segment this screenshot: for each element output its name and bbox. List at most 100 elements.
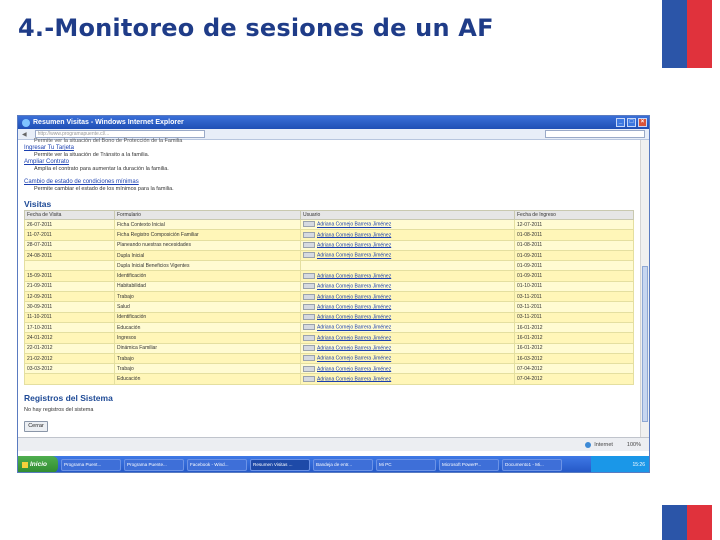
usuario-link[interactable]: Adriana Cornejo Barrera Jiménez [317, 222, 391, 228]
cell-fecha-ingreso: 03-11-2011 [514, 301, 634, 313]
close-icon[interactable]: × [638, 118, 647, 127]
taskbar-item[interactable]: Documento1 - Mi... [502, 458, 562, 471]
view-record-button[interactable] [303, 293, 315, 300]
taskbar-item[interactable]: Resumen Visitas ... [250, 458, 310, 471]
usuario-link[interactable]: Adriana Cornejo Barrera Jiménez [317, 273, 391, 279]
cell-fecha-ingreso: 12-07-2011 [514, 218, 634, 231]
cell-fecha-ingreso: 07-04-2012 [514, 363, 634, 375]
status-bar: Internet 100% [18, 437, 649, 451]
table-row: 24-01-2012 Ingresos Adriana Cornejo Barrer… [24, 332, 634, 344]
col-formulario: Formulario [114, 210, 301, 220]
cell-fecha-visita: 26-07-2011 [24, 218, 115, 231]
usuario-link[interactable]: Adriana Cornejo Barrera Jiménez [317, 356, 391, 362]
back-icon[interactable]: ◀ [22, 131, 27, 138]
link-ingresar-tarjeta[interactable]: Ingresar Tu Tarjeta [24, 145, 641, 152]
taskbar-item[interactable]: Mi PC [376, 458, 436, 471]
col-fecha-visita: Fecha de Visita [24, 210, 115, 220]
cerrar-button[interactable]: Cerrar [24, 420, 48, 432]
start-label: Inicio [30, 461, 47, 468]
cell-formulario: Trabajo [114, 291, 301, 303]
registros-heading: Registros del Sistema [24, 392, 113, 403]
cell-formulario: Habitabilidad [114, 280, 301, 293]
scrollbar-thumb[interactable] [642, 266, 648, 422]
usuario-link[interactable]: Adriana Cornejo Barrera Jiménez [317, 345, 391, 351]
cell-usuario: Adriana Cornejo Barrera Jiménez [300, 301, 515, 313]
minimize-icon[interactable]: _ [616, 118, 625, 127]
browser-titlebar: Resumen Visitas - Windows Internet Explo… [18, 116, 649, 129]
view-record-button[interactable] [303, 375, 315, 382]
usuario-link[interactable]: Adriana Cornejo Barrera Jiménez [317, 366, 391, 372]
table-row: 26-07-2011 Ficha Contexto Inicial Adriana … [24, 218, 634, 231]
view-record-button[interactable] [303, 314, 315, 321]
cell-formulario: Dupla Inicial Beneficios Vigentes [114, 260, 301, 272]
usuario-link[interactable]: Adriana Cornejo Barrera Jiménez [317, 284, 391, 290]
cell-fecha-visita: 21-02-2012 [24, 352, 115, 365]
start-button[interactable]: Inicio [18, 456, 58, 472]
cell-usuario: Adriana Cornejo Barrera Jiménez [300, 249, 515, 262]
cell-fecha-ingreso: 03-11-2011 [514, 311, 634, 323]
cell-formulario: Dupla Inicial [114, 249, 301, 262]
visitas-table: Fecha de Visita Formulario Usuario Fecha… [24, 210, 634, 385]
url-input[interactable]: http://www.programapuente.cl/... [34, 130, 205, 138]
embedded-screenshot: Resumen Visitas - Windows Internet Explo… [17, 115, 650, 473]
cell-formulario: Dinámica Familiar [114, 342, 301, 354]
maximize-icon[interactable]: □ [627, 118, 636, 127]
usuario-link[interactable]: Adriana Cornejo Barrera Jiménez [317, 325, 391, 331]
usuario-link[interactable]: Adriana Cornejo Barrera Jiménez [317, 242, 391, 248]
usuario-link[interactable]: Adriana Cornejo Barrera Jiménez [317, 304, 391, 310]
cell-formulario: Salud [114, 301, 301, 313]
cell-fecha-ingreso: 01-09-2011 [514, 270, 634, 282]
view-record-button[interactable] [303, 221, 315, 228]
table-row: 15-09-2011 Identificación Adriana Cornejo … [24, 270, 634, 282]
table-row: 30-09-2011 Salud Adriana Cornejo Barrera J… [24, 301, 634, 313]
usuario-link[interactable]: Adriana Cornejo Barrera Jiménez [317, 376, 391, 382]
table-row: 12-09-2011 Trabajo Adriana Cornejo Barrera… [24, 291, 634, 303]
taskbar-item[interactable]: Programa Puente... [124, 458, 184, 471]
cell-formulario: Identificación [114, 270, 301, 282]
cell-usuario: Adriana Cornejo Barrera Jiménez [300, 321, 515, 334]
table-row: 03-03-2012 Trabajo Adriana Cornejo Barrera… [24, 363, 634, 375]
view-record-button[interactable] [303, 252, 315, 259]
cell-fecha-ingreso: 07-04-2012 [514, 373, 634, 385]
link-desc-2: Amplía el contrato para aumentar la dura… [34, 166, 169, 172]
usuario-link[interactable]: Adriana Cornejo Barrera Jiménez [317, 314, 391, 320]
link-ampliar-contrato[interactable]: Ampliar Contrato [24, 159, 641, 166]
cell-formulario: Ficha Registro Composición Familiar [114, 229, 301, 241]
flag-decoration-top [662, 0, 712, 68]
taskbar-item[interactable]: Microsoft PowerP... [439, 458, 499, 471]
link-desc-3: Permite cambiar el estado de los mínimos… [34, 186, 174, 192]
view-record-button[interactable] [303, 365, 315, 372]
usuario-link[interactable]: Adriana Cornejo Barrera Jiménez [317, 232, 391, 238]
view-record-button[interactable] [303, 231, 315, 238]
taskbar-item[interactable]: Programa Puent... [61, 458, 121, 471]
zoom-level[interactable]: 100% [627, 442, 641, 448]
browser-window-title: Resumen Visitas - Windows Internet Explo… [33, 119, 184, 126]
cell-fecha-visita: 30-09-2011 [24, 301, 115, 313]
usuario-link[interactable]: Adriana Cornejo Barrera Jiménez [317, 335, 391, 341]
cell-usuario [300, 260, 515, 272]
usuario-link[interactable]: Adriana Cornejo Barrera Jiménez [317, 294, 391, 300]
view-record-button[interactable] [303, 355, 315, 362]
cell-fecha-visita: 11-10-2011 [24, 311, 115, 323]
windows-logo-icon [22, 461, 28, 468]
taskbar-item[interactable]: Bandeja de entr... [313, 458, 373, 471]
view-record-button[interactable] [303, 283, 315, 290]
page-content: Permite ver la situación del Bono de Pro… [18, 138, 641, 437]
table-row: 11-07-2011 Ficha Registro Composición Fam… [24, 229, 634, 241]
cell-formulario: Identificación [114, 311, 301, 323]
cell-usuario: Adriana Cornejo Barrera Jiménez [300, 229, 515, 241]
browser-search-input[interactable] [545, 130, 645, 138]
table-row: 17-10-2011 Educación Adriana Cornejo Barre… [24, 321, 634, 334]
view-record-button[interactable] [303, 345, 315, 352]
view-record-button[interactable] [303, 303, 315, 310]
usuario-link[interactable]: Adriana Cornejo Barrera Jiménez [317, 253, 391, 259]
taskbar-item[interactable]: Facebook - Wind... [187, 458, 247, 471]
link-cambio-estado[interactable]: Cambio de estado de condiciones mínimas [24, 179, 641, 186]
cell-formulario: Trabajo [114, 352, 301, 365]
view-record-button[interactable] [303, 272, 315, 279]
cell-usuario: Adriana Cornejo Barrera Jiménez [300, 352, 515, 365]
view-record-button[interactable] [303, 334, 315, 341]
view-record-button[interactable] [303, 324, 315, 331]
vertical-scrollbar[interactable] [640, 140, 649, 437]
view-record-button[interactable] [303, 242, 315, 249]
